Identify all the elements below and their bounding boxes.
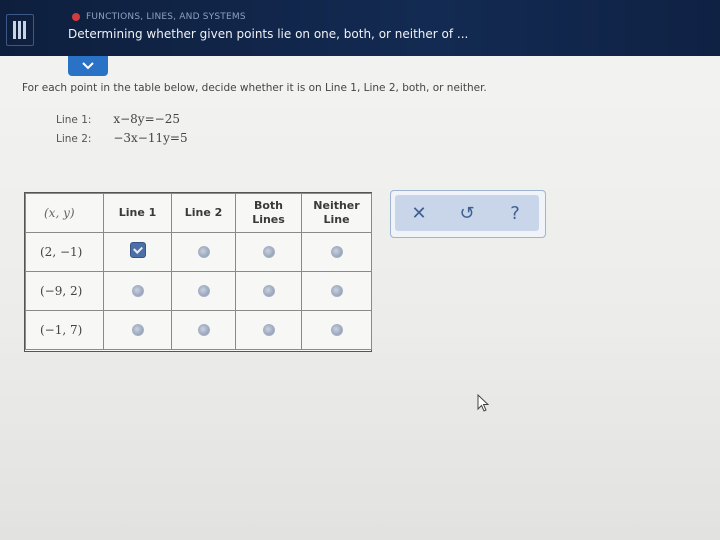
option-neither[interactable] (301, 271, 372, 311)
equation-expression: x−8y=−25 (113, 112, 180, 126)
undo-icon[interactable]: ↺ (452, 203, 482, 224)
page-title: Determining whether given points lie on … (68, 27, 469, 41)
option-neither[interactable] (301, 310, 372, 350)
radio-button[interactable] (330, 245, 343, 258)
equation-expression: −3x−11y=5 (113, 131, 188, 145)
radio-button[interactable] (330, 284, 343, 297)
radio-button[interactable] (197, 284, 210, 297)
instructions-text: For each point in the table below, decid… (22, 82, 487, 94)
column-header-line1: Line 1 (103, 193, 172, 233)
equation-label: Line 2: (56, 133, 92, 145)
point-cell: (−1, 7) (25, 310, 104, 350)
toolbar-buttons: ✕ ↺ ? (395, 195, 539, 231)
option-line1[interactable] (103, 271, 172, 311)
radio-button[interactable] (197, 323, 210, 336)
table-row: (−9, 2) (25, 271, 372, 311)
answer-table: (x, y) Line 1 Line 2 Both Lines Neither … (24, 192, 372, 352)
option-both[interactable] (235, 310, 302, 350)
radio-button[interactable] (262, 284, 275, 297)
expand-toggle[interactable] (68, 56, 108, 76)
chevron-down-icon (82, 62, 94, 70)
column-header-both: Both Lines (235, 193, 302, 233)
radio-button[interactable] (262, 245, 275, 258)
help-icon[interactable]: ? (500, 203, 530, 224)
option-line2[interactable] (171, 310, 236, 350)
option-line1[interactable] (103, 310, 172, 350)
column-header-point: (x, y) (25, 193, 104, 233)
topic-label: FUNCTIONS, LINES, AND SYSTEMS (86, 12, 246, 22)
equation-line-1: Line 1: x−8y=−25 (56, 112, 180, 126)
radio-button[interactable] (330, 323, 343, 336)
point-cell: (2, −1) (25, 232, 104, 272)
table-row: (2, −1) (25, 232, 372, 272)
menu-icon[interactable] (6, 14, 34, 46)
table-row: (−1, 7) (25, 310, 372, 350)
equation-label: Line 1: (56, 114, 92, 126)
answer-toolbar: ✕ ↺ ? (390, 190, 546, 238)
radio-button[interactable] (131, 284, 144, 297)
radio-button[interactable] (262, 323, 275, 336)
option-line1[interactable] (103, 232, 172, 272)
radio-button[interactable] (131, 323, 144, 336)
top-bar: FUNCTIONS, LINES, AND SYSTEMS Determinin… (0, 0, 720, 56)
topic-indicator-dot (72, 13, 80, 21)
table-header-row: (x, y) Line 1 Line 2 Both Lines Neither … (25, 193, 372, 233)
column-header-line2: Line 2 (171, 193, 236, 233)
radio-button[interactable] (197, 245, 210, 258)
close-icon[interactable]: ✕ (404, 203, 434, 224)
checkbox-checked[interactable] (129, 242, 146, 258)
column-header-neither: Neither Line (301, 193, 372, 233)
cursor-icon (477, 394, 490, 412)
equation-line-2: Line 2: −3x−11y=5 (56, 131, 188, 145)
point-cell: (−9, 2) (25, 271, 104, 311)
option-line2[interactable] (171, 232, 236, 272)
option-neither[interactable] (301, 232, 372, 272)
option-line2[interactable] (171, 271, 236, 311)
option-both[interactable] (235, 271, 302, 311)
option-both[interactable] (235, 232, 302, 272)
